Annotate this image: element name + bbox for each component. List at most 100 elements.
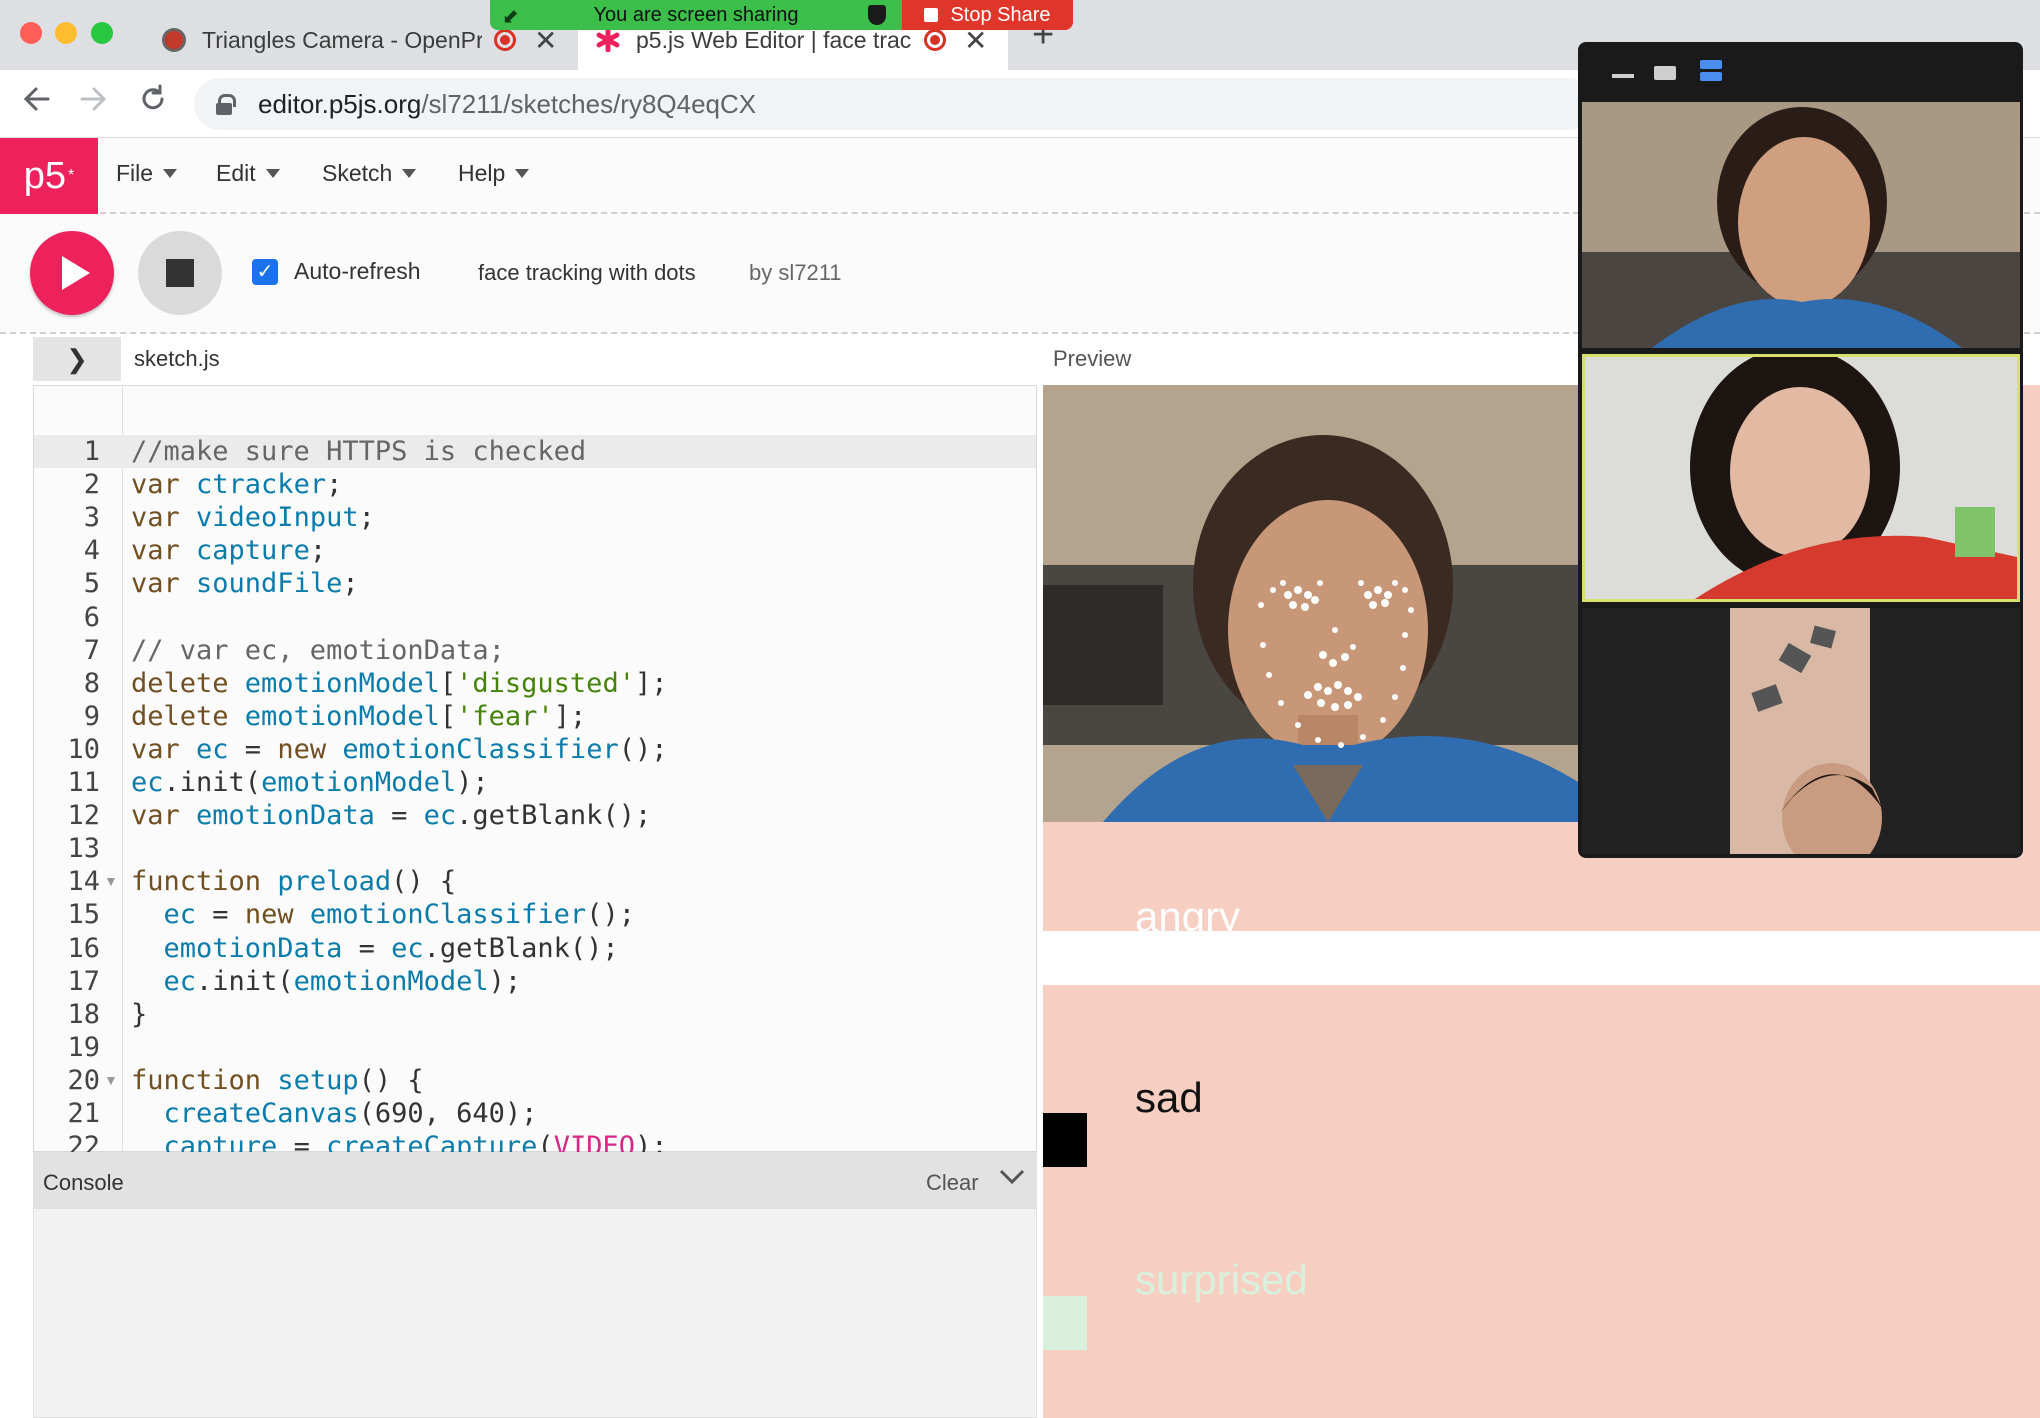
code-line[interactable]: // var ec, emotionData; [131, 634, 505, 667]
console-header[interactable] [33, 1152, 1037, 1208]
line-number: 14 [67, 866, 100, 897]
code-line[interactable]: var videoInput; [131, 501, 375, 534]
p5-logo-text: p5 [23, 154, 67, 197]
minimize-icon[interactable] [1612, 74, 1634, 78]
speaker-view-icon[interactable] [1700, 60, 1722, 82]
code-token: ); [488, 966, 522, 997]
arrow-right-icon [80, 87, 107, 111]
code-line[interactable]: function setup() { [131, 1064, 424, 1097]
sketch-author[interactable]: by sl7211 [749, 260, 842, 286]
code-token: var [131, 469, 197, 500]
line-number: 10 [67, 734, 100, 765]
emotion-bar-angry [1043, 931, 2040, 985]
reload-button[interactable] [138, 84, 168, 122]
webcam-video-feed [1043, 385, 1583, 822]
code-line[interactable]: ec.init(emotionModel); [131, 766, 489, 799]
openprocessing-favicon-icon [162, 28, 186, 52]
chevron-down-icon[interactable] [998, 1163, 1026, 1198]
code-line[interactable]: var soundFile; [131, 567, 359, 600]
address-bar[interactable]: editor.p5js.org/sl7211/sketches/ry8Q4eqC… [194, 78, 1594, 130]
code-line[interactable]: delete emotionModel['fear']; [131, 700, 586, 733]
p5-logo-asterisk: * [68, 167, 75, 184]
emotion-bar-surprised [1043, 1296, 1087, 1350]
line-number: 2 [83, 469, 100, 500]
code-token: delete [131, 701, 245, 732]
code-token: [ [439, 668, 457, 699]
sidebar-toggle-button[interactable]: ❯ [33, 337, 121, 381]
p5-favicon-icon [596, 27, 620, 53]
play-button[interactable] [30, 231, 114, 315]
console-clear-button[interactable]: Clear [926, 1170, 979, 1196]
recording-icon [494, 29, 516, 51]
code-line[interactable]: var ctracker; [131, 468, 342, 501]
code-line[interactable]: var capture; [131, 534, 326, 567]
menu-sketch[interactable]: Sketch [322, 160, 417, 187]
code-token: var [131, 535, 197, 566]
code-token: var [131, 568, 197, 599]
recording-icon [924, 29, 946, 51]
code-token: } [131, 999, 148, 1030]
sketch-name[interactable]: face tracking with dots [478, 260, 696, 286]
stop-share-button[interactable]: Stop Share [902, 0, 1073, 30]
fold-arrow-icon[interactable]: ▼ [104, 1072, 118, 1088]
auto-refresh-checkbox[interactable]: ✓ [252, 258, 278, 285]
code-line[interactable]: //make sure HTTPS is checked [131, 435, 586, 468]
code-token: // var ec, emotionData; [131, 635, 505, 666]
code-line[interactable]: } [131, 998, 147, 1031]
participant-video-3[interactable] [1582, 608, 2020, 854]
code-token: setup [277, 1065, 359, 1096]
menu-help[interactable]: Help [458, 160, 530, 187]
code-token: ec [163, 966, 197, 997]
participant-video-2-active-speaker[interactable] [1582, 354, 2020, 602]
participant-video-1[interactable] [1582, 102, 2020, 348]
code-token: ]; [634, 668, 668, 699]
code-token: var [131, 800, 197, 831]
code-token: var [131, 502, 197, 533]
code-token: () { [391, 866, 457, 897]
code-line[interactable]: ec.init(emotionModel); [131, 965, 522, 998]
gallery-view-icon[interactable] [1654, 66, 1676, 80]
video-call-header[interactable] [1578, 42, 2023, 98]
code-line[interactable]: emotionData = ec.getBlank(); [131, 932, 619, 965]
code-token: emotionModel [244, 668, 440, 699]
menu-file[interactable]: File [116, 160, 178, 187]
fold-arrow-icon[interactable]: ▼ [104, 873, 118, 889]
code-token: .init( [196, 966, 294, 997]
play-icon [62, 256, 90, 290]
code-token: function [131, 866, 278, 897]
code-line[interactable]: createCanvas(690, 640); [131, 1097, 538, 1130]
code-line[interactable]: var ec = new emotionClassifier(); [131, 733, 667, 766]
line-number: 5 [83, 568, 100, 599]
code-line[interactable]: ec = new emotionClassifier(); [131, 898, 635, 931]
code-token: ; [342, 568, 359, 599]
code-token: = [342, 933, 392, 964]
line-number: 18 [67, 999, 100, 1030]
window-maximize-button[interactable] [91, 22, 113, 44]
code-line[interactable]: function preload() { [131, 865, 456, 898]
back-button[interactable] [22, 84, 52, 122]
code-line[interactable]: delete emotionModel['disgusted']; [131, 667, 667, 700]
stop-button[interactable] [138, 231, 222, 315]
screen-sharing-message: You are screen sharing [593, 3, 799, 26]
code-token: 'disgusted' [456, 668, 635, 699]
code-token: ec [391, 933, 424, 964]
code-token: ec [423, 800, 457, 831]
file-tab[interactable]: sketch.js [134, 346, 220, 372]
p5-logo[interactable]: p5 * [0, 138, 98, 214]
code-token: = [196, 899, 245, 930]
code-token: emotionModel [293, 966, 489, 997]
screen-sharing-indicator: ⬋ You are screen sharing [490, 0, 902, 30]
chevron-right-icon: ❯ [66, 343, 88, 374]
line-number: 8 [83, 668, 100, 699]
menu-edit[interactable]: Edit [216, 160, 280, 187]
code-line[interactable]: var emotionData = ec.getBlank(); [131, 799, 651, 832]
window-close-button[interactable] [20, 22, 42, 44]
forward-button[interactable] [78, 84, 108, 122]
auto-refresh-toggle[interactable]: ✓ Auto-refresh [252, 258, 421, 285]
window-minimize-button[interactable] [55, 22, 77, 44]
code-token: (); [618, 734, 668, 765]
